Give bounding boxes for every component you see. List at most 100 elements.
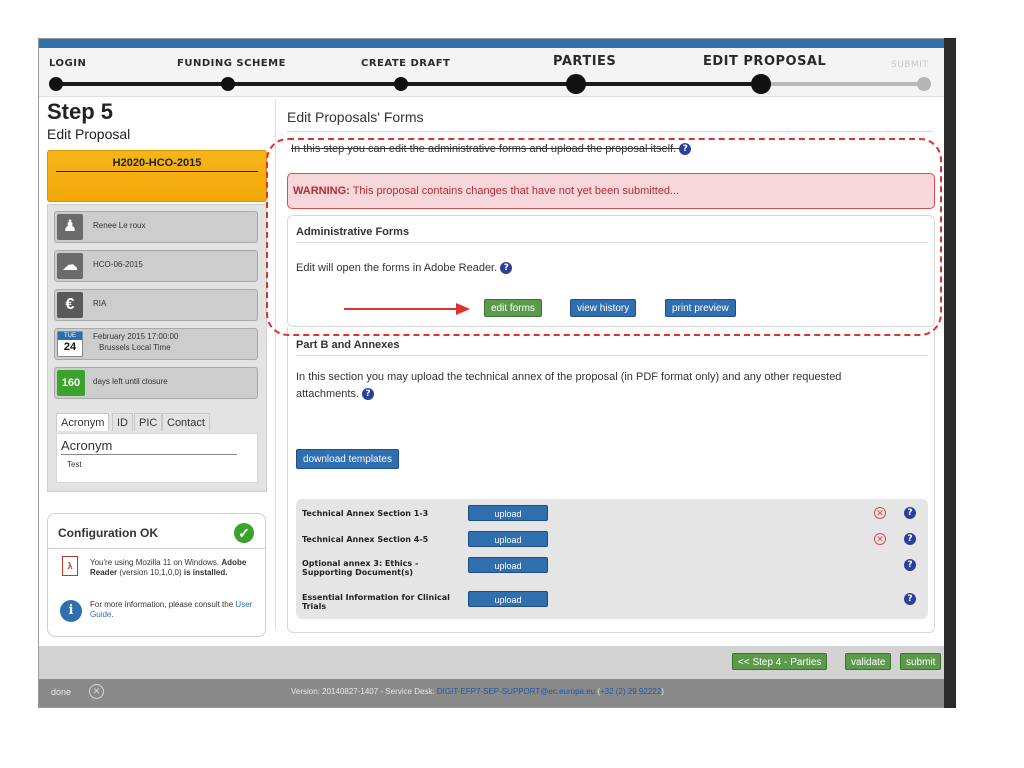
prev-step-button[interactable]: << Step 4 - Parties xyxy=(732,653,828,670)
info-row-days-left: 160 days left until closure xyxy=(54,367,258,399)
upload-button[interactable]: upload xyxy=(468,505,548,521)
attachment-name: Optional annex 3: Ethics - Supporting Do… xyxy=(302,559,419,577)
attachments-panel: Technical Annex Section 1-3 upload ✕ ? T… xyxy=(296,499,928,619)
admin-forms-heading: Administrative Forms xyxy=(296,226,928,243)
euro-icon: € xyxy=(57,292,83,318)
part-b-text-line2: attachments. xyxy=(296,388,359,400)
calendar-day: 24 xyxy=(63,341,77,353)
support-email-link[interactable]: DIGIT-EFP7-SEP-SUPPORT@ec.europa.eu xyxy=(437,687,595,696)
submit-button[interactable]: submit xyxy=(900,653,942,670)
step-node-funding[interactable] xyxy=(221,77,235,91)
support-phone: +32 (2) 29 92222 xyxy=(600,687,662,696)
calendar-icon: TUE 24 xyxy=(57,331,83,357)
step-name: Edit Proposal xyxy=(47,126,131,142)
tab-id[interactable]: ID xyxy=(112,413,133,431)
tab-content: Acronym Test xyxy=(56,433,258,483)
close-icon[interactable]: ✕ xyxy=(89,684,104,699)
info-row-deadline: TUE 24 February 2015 17:00:00 Brussels L… xyxy=(54,328,258,360)
intro-text-content: In this step you can edit the administra… xyxy=(291,143,677,155)
delete-icon[interactable]: ✕ xyxy=(874,533,886,545)
info-row-type: € RIA xyxy=(54,289,258,321)
print-preview-button[interactable]: print preview xyxy=(665,299,736,317)
info-row-call: ☁ HCO-06-2015 xyxy=(54,250,258,282)
phone-close-paren: ) xyxy=(661,687,664,696)
step-login[interactable]: LOGIN xyxy=(49,58,86,69)
step-submit: SUBMIT xyxy=(891,60,929,70)
help-icon[interactable]: ? xyxy=(679,143,692,156)
attachment-name: Technical Annex Section 4-5 xyxy=(302,535,429,544)
version-info: Version: 20140827-1407 - Service Desk: D… xyxy=(291,687,664,696)
calendar-weekday: TUE xyxy=(58,332,82,340)
person-name: Renee Le roux xyxy=(93,221,146,230)
help-icon[interactable]: ? xyxy=(904,533,916,545)
info-icon: i xyxy=(60,600,82,622)
step-parties[interactable]: PARTIES xyxy=(553,54,616,69)
main-content: Edit Proposals' Forms In this step you c… xyxy=(287,99,939,633)
step-edit-proposal: EDIT PROPOSAL xyxy=(703,54,827,69)
left-column: Step 5 Edit Proposal H2020-HCO-2015 ♟ Re… xyxy=(47,99,267,492)
admin-forms-text: Edit will open the forms in Adobe Reader… xyxy=(296,260,513,277)
upload-button[interactable]: upload xyxy=(468,531,548,547)
step-funding-scheme[interactable]: FUNDING SCHEME xyxy=(177,58,286,69)
step-node-parties[interactable] xyxy=(566,74,586,94)
reader-installed: is installed xyxy=(183,568,226,577)
column-divider xyxy=(275,99,276,629)
reader-env: You're using Mozilla 11 on Windows. xyxy=(90,558,220,567)
annotation-arrow xyxy=(344,303,470,315)
check-icon: ✓ xyxy=(234,523,254,543)
admin-forms-section: Administrative Forms Edit will open the … xyxy=(287,215,935,327)
status-bar: done ✕ Version: 20140827-1407 - Service … xyxy=(39,679,955,707)
part-b-heading: Part B and Annexes xyxy=(296,339,928,356)
person-icon: ♟ xyxy=(57,214,83,240)
help-icon[interactable]: ? xyxy=(362,388,375,401)
edit-forms-button[interactable]: edit forms xyxy=(484,299,542,317)
download-templates-button[interactable]: download templates xyxy=(296,449,399,469)
help-icon[interactable]: ? xyxy=(500,262,513,275)
help-icon[interactable]: ? xyxy=(904,593,916,605)
reader-version: (version 10,1,0,0) xyxy=(119,568,182,577)
deadline-timezone: Brussels Local Time xyxy=(99,343,171,352)
part-b-text-line1: In this section you may upload the techn… xyxy=(296,371,842,383)
config-title: Configuration OK xyxy=(58,526,158,540)
validate-button[interactable]: validate xyxy=(845,653,892,670)
part-b-section: Part B and Annexes In this section you m… xyxy=(287,327,935,633)
step-node-draft[interactable] xyxy=(394,77,408,91)
step-node-edit-proposal xyxy=(751,74,771,94)
cloud-icon: ☁ xyxy=(57,253,83,279)
attachment-name: Technical Annex Section 1-3 xyxy=(302,509,429,518)
proposal-info-panel: ♟ Renee Le roux ☁ HCO-06-2015 € RIA TUE … xyxy=(47,204,267,492)
window-edge xyxy=(944,38,956,708)
tab-content-heading: Acronym xyxy=(61,438,237,455)
tab-acronym[interactable]: Acronym xyxy=(56,413,110,431)
app-window: LOGIN FUNDING SCHEME CREATE DRAFT PARTIE… xyxy=(38,38,956,708)
more-info: For more information, please consult the… xyxy=(90,600,253,619)
tab-contact[interactable]: Contact xyxy=(162,413,210,431)
help-icon[interactable]: ? xyxy=(904,559,916,571)
warning-label: WARNING: xyxy=(293,185,350,197)
step-node-login[interactable] xyxy=(49,77,63,91)
info-tabs: Acronym ID PIC Contact xyxy=(56,413,258,433)
view-history-button[interactable]: view history xyxy=(570,299,637,317)
wizard-steps: LOGIN FUNDING SCHEME CREATE DRAFT PARTIE… xyxy=(39,48,955,97)
upload-button[interactable]: upload xyxy=(468,591,548,607)
upload-button[interactable]: upload xyxy=(468,557,548,573)
admin-forms-text-content: Edit will open the forms in Adobe Reader… xyxy=(296,262,498,274)
tab-pic[interactable]: PIC xyxy=(134,413,163,431)
step-create-draft[interactable]: CREATE DRAFT xyxy=(361,58,450,69)
progress-track-remaining xyxy=(761,82,925,86)
info-row-person: ♟ Renee Le roux xyxy=(54,211,258,243)
part-b-text: In this section you may upload the techn… xyxy=(296,369,928,403)
page-title: Edit Proposals' Forms xyxy=(287,109,933,132)
attachment-name: Essential Information for Clinical Trial… xyxy=(302,593,450,611)
warning-message: This proposal contains changes that have… xyxy=(352,185,680,197)
warning-banner: WARNING: This proposal contains changes … xyxy=(287,173,935,209)
status-done: done xyxy=(51,687,72,697)
help-icon[interactable]: ? xyxy=(904,507,916,519)
step-node-submit xyxy=(917,77,931,91)
step-number: Step 5 xyxy=(47,99,114,124)
pdf-icon: λ xyxy=(62,556,78,576)
days-left-count: 160 xyxy=(57,370,85,396)
reader-status: You're using Mozilla 11 on Windows. Adob… xyxy=(90,558,247,577)
more-info-text: For more information, please consult the xyxy=(90,600,234,609)
delete-icon[interactable]: ✕ xyxy=(874,507,886,519)
